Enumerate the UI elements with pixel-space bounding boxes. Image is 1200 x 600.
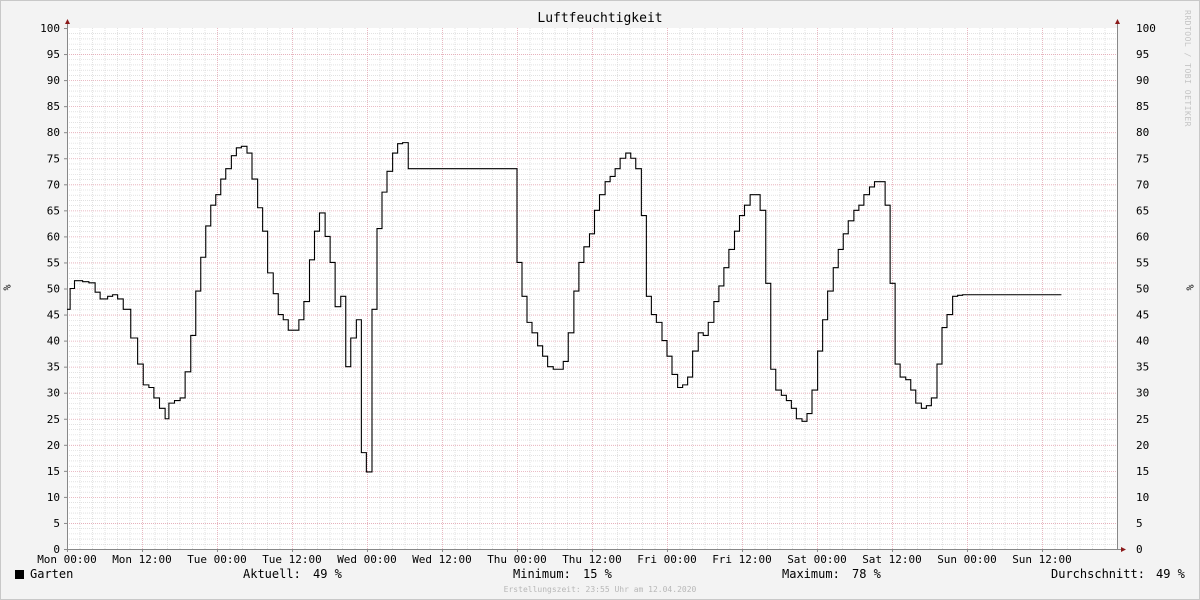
y-tick-label-right: 0	[1136, 543, 1143, 556]
x-tick-label: Fri 00:00	[637, 553, 697, 566]
y-tick-label-right: 5	[1136, 517, 1143, 530]
y-tick-label-right: 75	[1136, 152, 1149, 165]
y-tick-label-left: 75	[47, 152, 60, 165]
y-axis-unit-right: %	[1183, 284, 1195, 291]
y-tick-label-left: 60	[47, 230, 60, 243]
y-tick-label-left: 50	[47, 283, 60, 296]
watermark: RRDTOOL / TOBI OETIKER	[1183, 10, 1192, 127]
stat-durchschnitt-value: 49 %	[1156, 567, 1185, 581]
y-tick-label-right: 30	[1136, 387, 1149, 400]
x-tick-label: Wed 00:00	[337, 553, 397, 566]
y-tick-label-left: 30	[47, 387, 60, 400]
x-tick-label: Tue 00:00	[187, 553, 247, 566]
x-tick-label: Sun 00:00	[937, 553, 997, 566]
y-tick-label-right: 50	[1136, 283, 1149, 296]
y-tick-label-right: 65	[1136, 204, 1149, 217]
x-tick-label: Sun 12:00	[1012, 553, 1072, 566]
stat-minimum-value: 15 %	[583, 567, 612, 581]
stat-durchschnitt-label: Durchschnitt:	[1051, 567, 1145, 581]
y-tick-label-right: 20	[1136, 439, 1149, 452]
x-tick-label: Mon 00:00	[37, 553, 97, 566]
y-tick-label-left: 65	[47, 204, 60, 217]
y-tick-label-right: 25	[1136, 413, 1149, 426]
y-tick-label-left: 20	[47, 439, 60, 452]
x-tick-label: Thu 12:00	[562, 553, 622, 566]
stat-maximum-label: Maximum:	[782, 567, 840, 581]
y-tick-label-right: 85	[1136, 100, 1149, 113]
x-tick-label: Sat 00:00	[787, 553, 847, 566]
y-tick-label-right: 70	[1136, 178, 1149, 191]
y-tick-label-left: 85	[47, 100, 60, 113]
chart-title: Luftfeuchtigkeit	[537, 11, 663, 26]
chart-canvas: 0 05 510 1015 1520 2025 2530 3035 3540 4045 4550 50…	[37, 19, 1156, 566]
stat-aktuell-label: Aktuell:	[243, 567, 301, 581]
x-tick-label: Tue 12:00	[262, 553, 322, 566]
stat-minimum-label: Minimum:	[513, 567, 571, 581]
y-axis-unit-left: %	[0, 284, 12, 291]
y-tick-label-right: 35	[1136, 361, 1149, 374]
y-tick-label-right: 45	[1136, 309, 1149, 322]
y-tick-label-left: 15	[47, 465, 60, 478]
y-tick-label-right: 40	[1136, 335, 1149, 348]
y-tick-label-right: 10	[1136, 491, 1149, 504]
stat-maximum-value: 78 %	[852, 567, 881, 581]
x-tick-label: Sat 12:00	[862, 553, 922, 566]
creation-timestamp: Erstellungszeit: 23:55 Uhr am 12.04.2020	[503, 585, 697, 594]
y-tick-label-left: 25	[47, 413, 60, 426]
y-tick-label-right: 80	[1136, 126, 1149, 139]
legend-series-name: Garten	[30, 567, 74, 581]
legend-row: Garten Aktuell: 49 % Minimum: 15 % Maxim…	[0, 567, 1200, 585]
x-tick-label: Fri 12:00	[712, 553, 772, 566]
y-tick-label-left: 10	[47, 491, 60, 504]
y-tick-label-right: 90	[1136, 74, 1149, 87]
y-tick-label-left: 45	[47, 309, 60, 322]
stat-aktuell-value: 49 %	[313, 567, 342, 581]
y-tick-label-left: 40	[47, 335, 60, 348]
x-tick-label: Thu 00:00	[487, 553, 547, 566]
y-tick-label-left: 95	[47, 48, 60, 61]
y-tick-label-right: 95	[1136, 48, 1149, 61]
y-tick-label-left: 5	[53, 517, 60, 530]
y-tick-label-left: 55	[47, 256, 60, 269]
legend-color-swatch	[15, 570, 24, 579]
x-tick-label: Wed 12:00	[412, 553, 472, 566]
plot-area	[67, 28, 1117, 549]
y-tick-label-left: 90	[47, 74, 60, 87]
y-tick-label-left: 80	[47, 126, 60, 139]
x-tick-label: Mon 12:00	[112, 553, 172, 566]
y-tick-label-left: 70	[47, 178, 60, 191]
y-tick-label-right: 55	[1136, 256, 1149, 269]
y-tick-label-right: 60	[1136, 230, 1149, 243]
y-tick-label-right: 15	[1136, 465, 1149, 478]
y-tick-label-left: 35	[47, 361, 60, 374]
x-axis-arrow	[1121, 547, 1126, 552]
